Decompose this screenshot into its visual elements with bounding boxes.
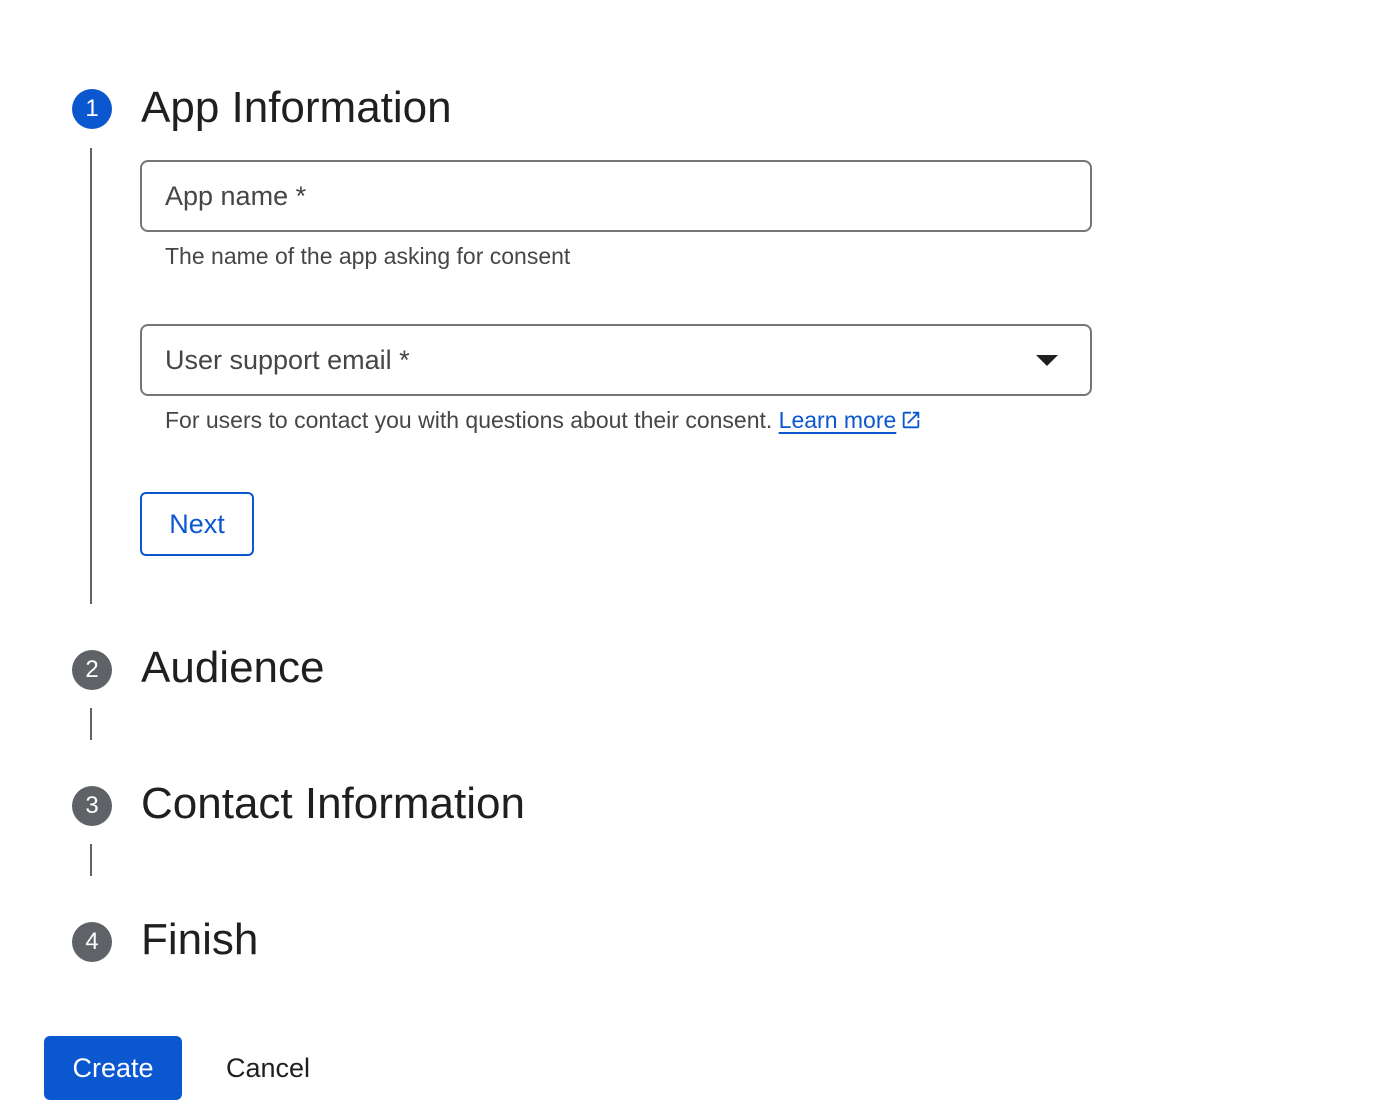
step-2-connector-line (90, 708, 92, 740)
step-3-number-badge: 3 (72, 786, 112, 826)
step-4-title: Finish (141, 915, 259, 964)
step-1-title: App Information (141, 83, 452, 132)
user-support-email-select[interactable]: User support email * (140, 324, 1092, 396)
learn-more-link-text: Learn more (778, 407, 897, 433)
user-support-email-helper-text: For users to contact you with questions … (165, 407, 773, 433)
app-name-input[interactable]: App name * (140, 160, 1092, 232)
step-3-title: Contact Information (141, 779, 525, 828)
user-support-email-helper: For users to contact you with questions … (165, 405, 922, 438)
learn-more-link[interactable]: Learn more (779, 407, 897, 433)
app-name-helper-text: The name of the app asking for consent (165, 243, 571, 269)
next-button[interactable]: Next (140, 492, 254, 556)
step-1-number-badge: 1 (72, 89, 112, 129)
create-button[interactable]: Create (44, 1036, 182, 1100)
step-3-connector-line (90, 844, 92, 876)
cancel-button[interactable]: Cancel (202, 1036, 334, 1100)
external-link-icon[interactable] (900, 408, 922, 438)
step-2-number-badge: 2 (72, 650, 112, 690)
app-name-label: App name * (165, 181, 307, 211)
user-support-email-label: User support email * (165, 345, 410, 375)
step-2-title: Audience (141, 643, 325, 692)
arrow-drop-down-icon[interactable] (1036, 355, 1058, 366)
step-1-connector-line (90, 148, 92, 604)
step-4-number-badge: 4 (72, 922, 112, 962)
